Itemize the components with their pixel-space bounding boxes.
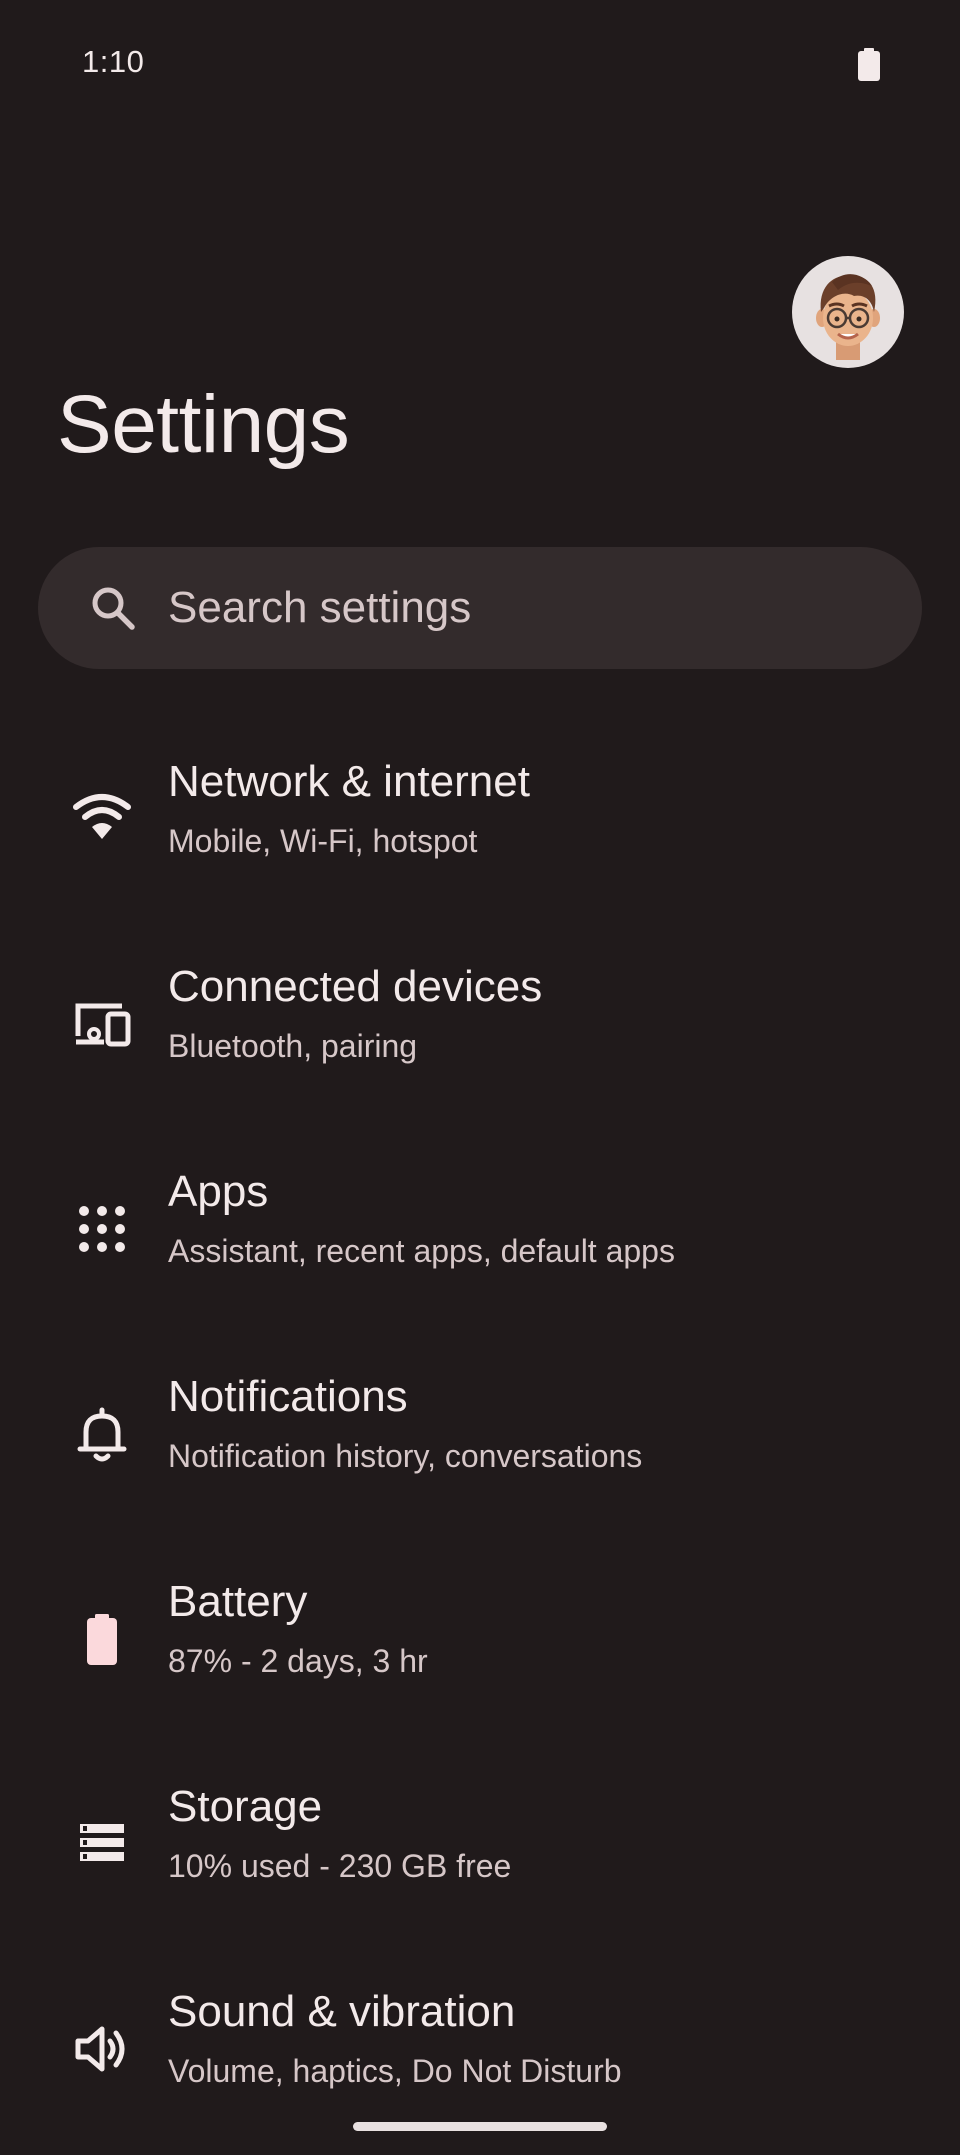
setting-item-apps[interactable]: Apps Assistant, recent apps, default app… <box>0 1115 960 1320</box>
setting-item-battery[interactable]: Battery 87% - 2 days, 3 hr <box>0 1525 960 1730</box>
setting-subtitle: 87% - 2 days, 3 hr <box>168 1643 428 1679</box>
battery-full-icon <box>858 48 880 81</box>
setting-title: Sound & vibration <box>168 1987 516 2036</box>
battery-icon <box>87 1614 117 1665</box>
status-time: 1:10 <box>82 44 145 79</box>
volume-icon <box>75 2026 125 2072</box>
apps-grid-icon <box>79 1206 125 1252</box>
bell-icon <box>77 1407 127 1462</box>
search-icon <box>92 587 135 630</box>
navigation-handle[interactable] <box>353 2122 607 2131</box>
setting-item-connected-devices[interactable]: Connected devices Bluetooth, pairing <box>0 910 960 1115</box>
memoji-avatar-icon <box>816 274 880 360</box>
devices-icon <box>75 1003 131 1047</box>
setting-subtitle: Mobile, Wi-Fi, hotspot <box>168 823 478 859</box>
setting-item-sound-vibration[interactable]: Sound & vibration Volume, haptics, Do No… <box>0 1935 960 2140</box>
setting-title: Storage <box>168 1782 323 1831</box>
page-title: Settings <box>57 379 350 470</box>
setting-title: Network & internet <box>168 757 530 806</box>
search-input[interactable] <box>168 580 868 636</box>
setting-item-storage[interactable]: Storage 10% used - 230 GB free <box>0 1730 960 1935</box>
setting-subtitle: Bluetooth, pairing <box>168 1028 418 1064</box>
setting-subtitle: 10% used - 230 GB free <box>168 1848 512 1884</box>
wifi-icon <box>73 794 131 839</box>
storage-icon <box>80 1824 124 1861</box>
avatar[interactable] <box>792 256 904 368</box>
status-bar: 1:10 <box>0 0 960 130</box>
setting-item-network-internet[interactable]: Network & internet Mobile, Wi-Fi, hotspo… <box>0 705 960 910</box>
setting-title: Battery <box>168 1577 308 1626</box>
setting-subtitle: Volume, haptics, Do Not Disturb <box>168 2053 622 2089</box>
setting-subtitle: Assistant, recent apps, default apps <box>168 1233 675 1269</box>
setting-item-notifications[interactable]: Notifications Notification history, conv… <box>0 1320 960 1525</box>
setting-title: Connected devices <box>168 962 543 1011</box>
setting-title: Notifications <box>168 1372 408 1421</box>
setting-title: Apps <box>168 1167 269 1216</box>
setting-subtitle: Notification history, conversations <box>168 1438 643 1474</box>
